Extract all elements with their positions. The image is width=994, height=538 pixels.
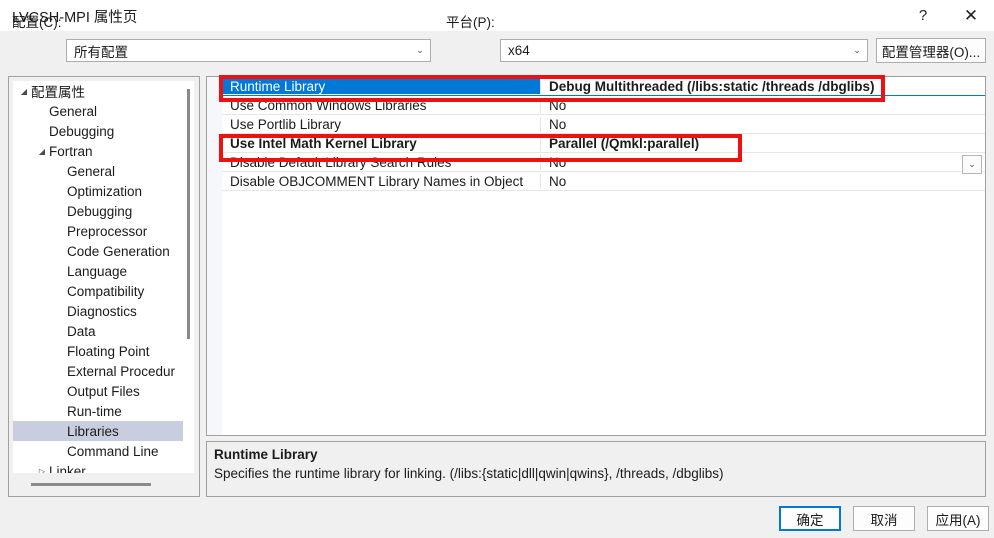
property-row[interactable]: Use Portlib Library No xyxy=(222,115,985,134)
property-name: Disable OBJCOMMENT Library Names in Obje… xyxy=(230,173,524,189)
tree-item-debugging[interactable]: Debugging xyxy=(13,201,188,221)
description-panel: Runtime Library Specifies the runtime li… xyxy=(206,441,986,497)
tree-item-run-time[interactable]: Run-time xyxy=(13,401,188,421)
chevron-down-icon: ⌄ xyxy=(416,45,424,55)
tree-item-label: Compatibility xyxy=(67,283,145,299)
configuration-manager-button[interactable]: 配置管理器(O)... xyxy=(876,38,986,63)
tree-item-floating-point[interactable]: Floating Point xyxy=(13,341,188,361)
ok-button[interactable]: 确定 xyxy=(779,506,841,531)
platform-value: x64 xyxy=(508,43,530,58)
property-grid: Runtime Library Debug Multithreaded (/lib… xyxy=(206,76,986,436)
tree-item-general[interactable]: General xyxy=(13,101,188,121)
tree-item-diagnostics[interactable]: Diagnostics xyxy=(13,301,188,321)
property-row[interactable]: Runtime Library Debug Multithreaded (/lib… xyxy=(222,77,985,96)
tree-item-data[interactable]: Data xyxy=(13,321,188,341)
tree-horizontal-scrollbar[interactable] xyxy=(13,478,188,491)
close-icon[interactable]: ✕ xyxy=(948,0,994,31)
tree-item-label: 配置属性 xyxy=(31,85,85,100)
configuration-value: 所有配置 xyxy=(74,44,128,60)
configuration-tree[interactable]: ◢ 配置属性 General Debugging ◢ Fortran General Opti… xyxy=(13,81,188,473)
configuration-tree-panel: ◢ 配置属性 General Debugging ◢ Fortran General Opti… xyxy=(8,76,200,497)
property-value[interactable]: No xyxy=(540,154,985,170)
tree-item-label: Data xyxy=(67,323,96,339)
property-grid-gutter xyxy=(207,77,222,435)
tree-vertical-scrollbar[interactable] xyxy=(183,81,194,473)
tree-item-label: Preprocessor xyxy=(67,223,148,239)
property-value[interactable]: No xyxy=(540,173,985,189)
tree-item-label: Output Files xyxy=(67,383,140,399)
expander-collapsed-icon[interactable]: ▷ xyxy=(35,467,49,474)
tree-item-[interactable]: ◢ 配置属性 xyxy=(13,81,188,101)
property-name: Runtime Library xyxy=(222,78,540,94)
property-value[interactable]: No xyxy=(540,97,985,113)
tree-item-compatibility[interactable]: Compatibility xyxy=(13,281,188,301)
tree-item-label: Floating Point xyxy=(67,343,150,359)
tree-item-linker[interactable]: ▷ Linker xyxy=(13,461,188,474)
configuration-combobox[interactable]: 所有配置 ⌄ xyxy=(66,39,431,62)
tree-item-label: Diagnostics xyxy=(67,303,137,319)
property-name: Use Common Windows Libraries xyxy=(230,97,427,113)
tree-item-general[interactable]: General xyxy=(13,161,188,181)
tree-item-external-procedur[interactable]: External Procedur xyxy=(13,361,188,381)
tree-item-label: Libraries xyxy=(67,423,119,439)
tree-item-label: Fortran xyxy=(49,143,93,159)
tree-item-label: Debugging xyxy=(49,123,115,139)
apply-button[interactable]: 应用(A) xyxy=(927,506,989,531)
tree-item-language[interactable]: Language xyxy=(13,261,188,281)
expander-expanded-icon[interactable]: ◢ xyxy=(35,147,49,156)
description-title: Runtime Library xyxy=(214,447,318,462)
property-value[interactable]: Debug Multithreaded (/libs:static /threa… xyxy=(540,78,985,94)
tree-item-code-generation[interactable]: Code Generation xyxy=(13,241,188,261)
expander-expanded-icon[interactable]: ◢ xyxy=(17,87,31,96)
property-row[interactable]: Disable Default Library Search Rules No xyxy=(222,153,985,172)
property-row[interactable]: Disable OBJCOMMENT Library Names in Obje… xyxy=(222,172,985,191)
tree-horizontal-scroll-thumb[interactable] xyxy=(31,483,151,486)
tree-item-label: General xyxy=(67,163,116,179)
tree-item-label: Code Generation xyxy=(67,243,170,259)
configuration-label: 配置(C): xyxy=(12,15,62,30)
property-pages-dialog: LVCSH-MPI 属性页 ? ✕ 配置(C): 所有配置 ⌄ 平台(P): x… xyxy=(0,0,994,538)
tree-item-label: Optimization xyxy=(67,183,143,199)
tree-item-command-line[interactable]: Command Line xyxy=(13,441,188,461)
tree-item-fortran[interactable]: ◢ Fortran xyxy=(13,141,188,161)
tree-vertical-scroll-thumb[interactable] xyxy=(187,89,190,339)
tree-item-debugging[interactable]: Debugging xyxy=(13,121,188,141)
property-value[interactable]: Parallel (/Qmkl:parallel) xyxy=(540,135,985,151)
tree-item-optimization[interactable]: Optimization xyxy=(13,181,188,201)
cancel-button[interactable]: 取消 xyxy=(853,506,915,531)
tree-item-label: General xyxy=(49,103,98,119)
tree-item-label: Linker xyxy=(49,463,86,474)
tree-item-libraries[interactable]: Libraries xyxy=(13,421,188,441)
property-name: Use Portlib Library xyxy=(230,116,342,132)
description-text: Specifies the runtime library for linkin… xyxy=(214,466,724,481)
platform-combobox[interactable]: x64 ⌄ xyxy=(500,39,868,62)
tree-item-label: Language xyxy=(67,263,128,279)
property-row[interactable]: Use Intel Math Kernel Library Parallel (/… xyxy=(222,134,985,153)
tree-item-label: External Procedur xyxy=(67,363,176,379)
title-bar: LVCSH-MPI 属性页 ? ✕ xyxy=(0,0,994,31)
tree-item-preprocessor[interactable]: Preprocessor xyxy=(13,221,188,241)
property-value[interactable]: No xyxy=(540,116,985,132)
help-icon[interactable]: ? xyxy=(900,0,946,31)
property-name: Disable Default Library Search Rules xyxy=(230,154,452,170)
value-dropdown-button[interactable]: ⌄ xyxy=(962,155,982,174)
property-name: Use Intel Math Kernel Library xyxy=(230,135,417,151)
tree-item-label: Run-time xyxy=(67,403,122,419)
property-row[interactable]: Use Common Windows Libraries No xyxy=(222,96,985,115)
chevron-down-icon: ⌄ xyxy=(853,45,861,55)
tree-item-output-files[interactable]: Output Files xyxy=(13,381,188,401)
platform-label: 平台(P): xyxy=(446,15,495,30)
tree-item-label: Command Line xyxy=(67,443,159,459)
tree-item-label: Debugging xyxy=(67,203,133,219)
